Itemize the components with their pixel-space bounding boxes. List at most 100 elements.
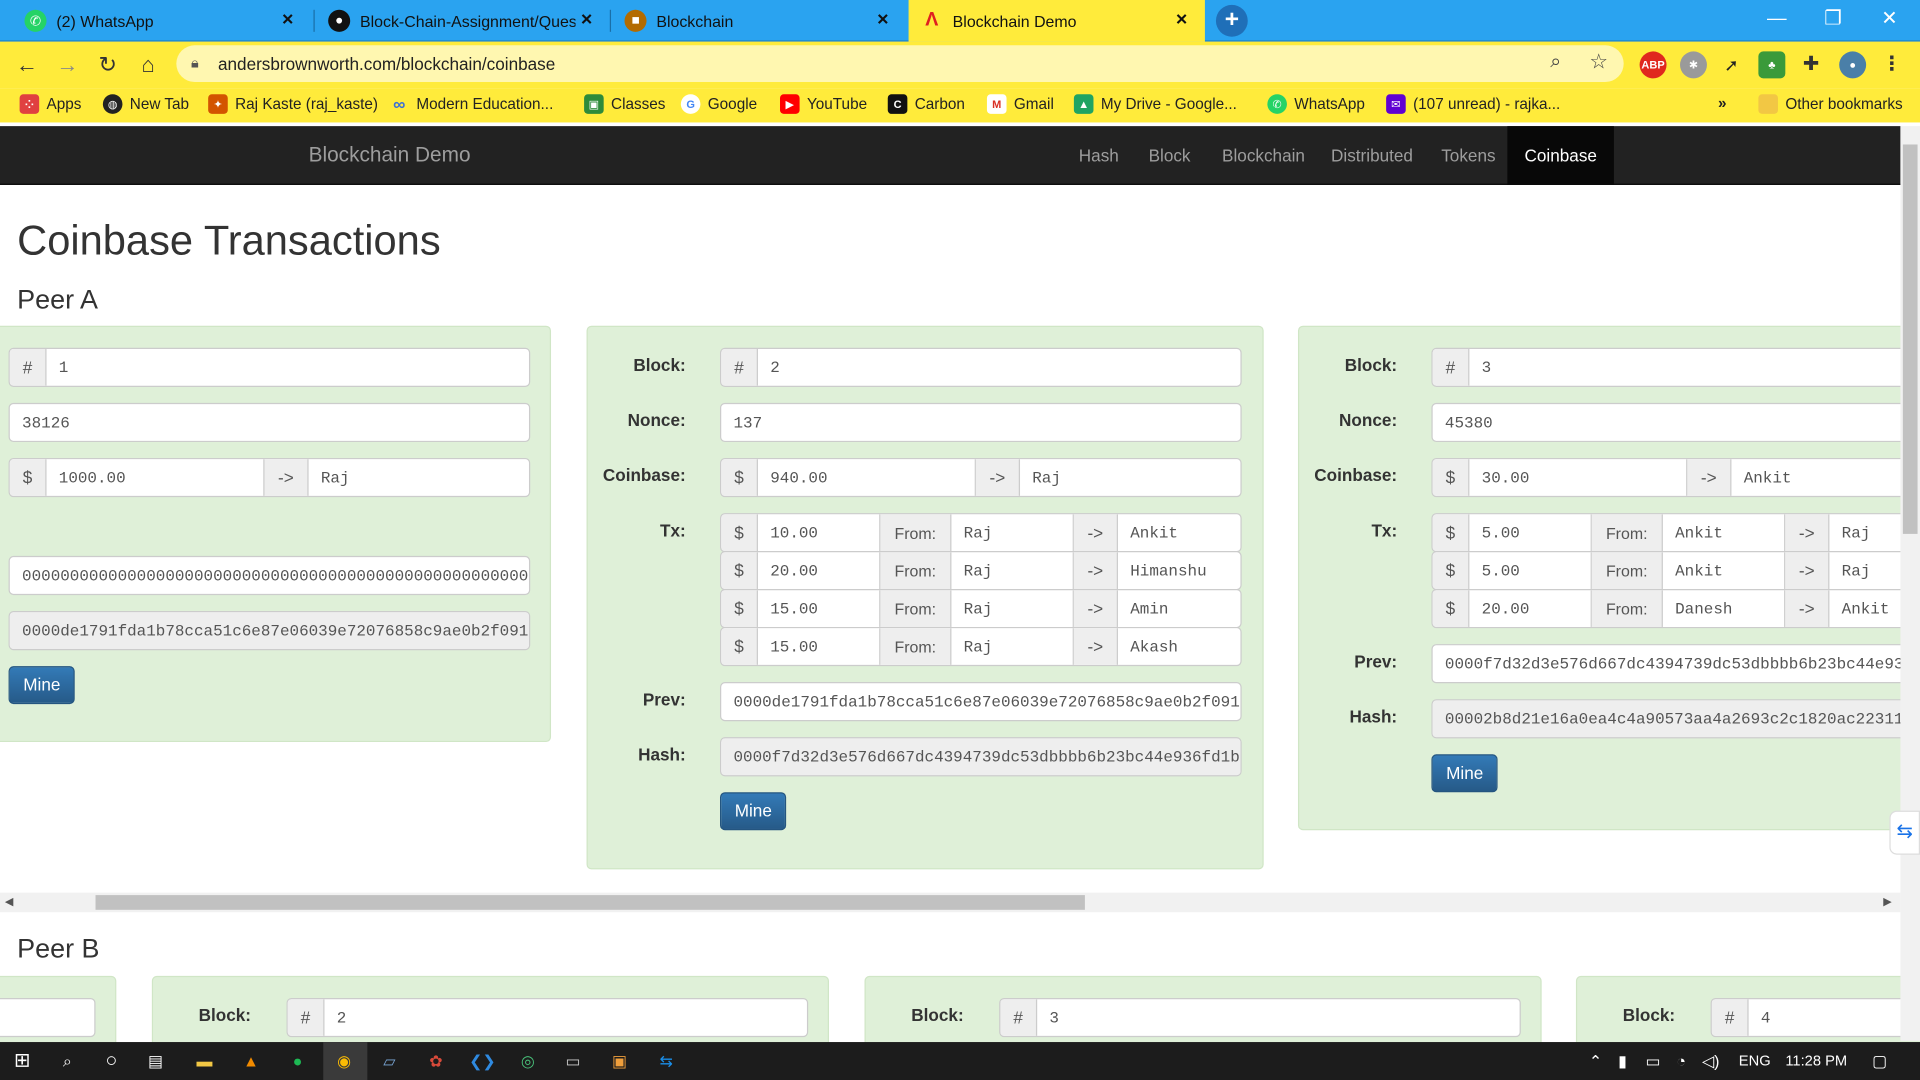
address-bar[interactable]: 🔒︎ andersbrownworth.com/blockchain/coinb… <box>176 45 1624 83</box>
bookmark-new-tab[interactable]: ◍ New Tab <box>102 94 189 114</box>
restore-icon[interactable]: ❐ <box>1805 0 1861 42</box>
zoom-icon[interactable]: ⌕ <box>1550 51 1561 73</box>
close-tab-icon[interactable]: × <box>576 10 598 32</box>
star-icon[interactable]: ☆ <box>1589 50 1608 74</box>
horizontal-scroll-thumb[interactable] <box>95 895 1085 910</box>
spotify-icon[interactable]: ● <box>284 1048 311 1075</box>
tab-blockchain-demo[interactable]: Λ Blockchain Demo × <box>908 0 1205 42</box>
minimize-icon[interactable]: — <box>1749 0 1805 42</box>
windows-start-icon[interactable]: ⊞ <box>9 1048 36 1075</box>
bookmark-carbon[interactable]: C Carbon <box>887 94 965 114</box>
microphone-icon[interactable]: ▮ <box>1609 1048 1636 1075</box>
nav-blockchain[interactable]: Blockchain <box>1205 126 1322 185</box>
other-bookmarks[interactable]: Other bookmarks <box>1758 94 1903 114</box>
nav-distributed[interactable]: Distributed <box>1314 126 1430 185</box>
wifi-icon[interactable]: ◔ <box>1668 1048 1695 1075</box>
close-tab-icon[interactable]: × <box>277 10 299 32</box>
block-number-field[interactable] <box>0 997 96 1038</box>
tx-row[interactable]: $ 20.00 From: Raj -> Himanshu <box>720 551 1242 591</box>
profile-avatar[interactable]: ● <box>1839 51 1867 79</box>
tx-row[interactable]: $ 5.00 From: Ankit -> Raj <box>1431 513 1920 553</box>
nav-coinbase[interactable]: Coinbase <box>1507 126 1615 185</box>
block-number-field[interactable]: # 3 <box>999 997 1521 1038</box>
terminal-icon[interactable]: ▭ <box>560 1048 587 1075</box>
close-tab-icon[interactable]: × <box>872 10 894 32</box>
bug-extension-icon[interactable]: ✱ <box>1680 51 1707 79</box>
nav-hash[interactable]: Hash <box>1062 126 1136 185</box>
home-icon[interactable]: ⌂ <box>131 48 165 82</box>
back-icon[interactable]: ← <box>10 48 44 82</box>
task-view-icon[interactable]: ▤ <box>142 1048 169 1075</box>
block-number-field[interactable]: # 3 <box>1431 347 1920 387</box>
nav-block[interactable]: Block <box>1131 126 1207 185</box>
cursor-extension-icon[interactable]: ➚ <box>1718 51 1745 78</box>
adblock-icon[interactable]: ABP <box>1639 51 1667 79</box>
close-tab-icon[interactable]: × <box>1171 10 1193 32</box>
bookmark-yahoo-mail[interactable]: ✉ (107 unread) - rajka... <box>1386 94 1560 114</box>
bookmark-whatsapp[interactable]: ✆ WhatsApp <box>1267 94 1365 114</box>
extensions-icon[interactable]: ✚ <box>1798 51 1825 78</box>
prev-hash-field[interactable]: 0000f7d32d3e576d667dc4394739dc53dbbbb6b2… <box>1431 644 1920 684</box>
notifications-icon[interactable]: ▢ <box>1866 1048 1893 1075</box>
site-brand[interactable]: Blockchain Demo <box>309 143 471 167</box>
close-window-icon[interactable]: ✕ <box>1861 0 1917 42</box>
prev-hash-field[interactable]: 0000de1791fda1b78cca51c6e87e06039e720768… <box>720 682 1242 722</box>
block-number-field[interactable]: # 1 <box>8 347 531 387</box>
block-number-field[interactable]: # 4 <box>1710 997 1920 1038</box>
bookmark-apps[interactable]: ⁘ Apps <box>19 94 81 114</box>
bookmark-modern-education[interactable]: ∞ Modern Education... <box>389 94 553 114</box>
coinbase-field[interactable]: $ 30.00 -> Ankit <box>1431 457 1920 498</box>
app-icon[interactable]: ▣ <box>606 1048 633 1075</box>
teamviewer-icon[interactable]: ⇆ <box>653 1048 680 1075</box>
bookmark-google[interactable]: G Google <box>680 94 757 114</box>
tab-blockchain[interactable]: ■ Blockchain × <box>612 0 906 42</box>
menu-icon[interactable]: ⋮ <box>1878 51 1905 78</box>
bookmark-my-drive[interactable]: ▲ My Drive - Google... <box>1073 94 1237 114</box>
block-number-field[interactable]: # 2 <box>720 347 1242 387</box>
bookmark-raj-kaste[interactable]: ✦ Raj Kaste (raj_kaste) <box>208 94 378 114</box>
new-tab-button[interactable]: + <box>1215 4 1248 37</box>
bookmark-youtube[interactable]: ▶ YouTube <box>780 94 867 114</box>
battery-icon[interactable]: ▭ <box>1640 1048 1667 1075</box>
coinbase-field[interactable]: $ 1000.00 -> Raj <box>8 457 531 498</box>
nav-tokens[interactable]: Tokens <box>1424 126 1513 185</box>
nonce-field[interactable]: 38126 <box>8 402 531 443</box>
app-icon[interactable]: ◎ <box>514 1048 541 1075</box>
forward-icon[interactable]: → <box>50 48 84 82</box>
prev-hash-field[interactable]: 0000000000000000000000000000000000000000… <box>8 555 531 596</box>
tab-whatsapp[interactable]: ✆ (2) WhatsApp × <box>12 0 311 42</box>
cortana-icon[interactable]: ○ <box>98 1048 125 1075</box>
scroll-left-icon[interactable]: ◀ <box>5 895 13 908</box>
clock[interactable]: 11:28 PM <box>1785 1052 1847 1069</box>
reload-icon[interactable]: ↻ <box>91 48 125 82</box>
nonce-field[interactable]: 137 <box>720 402 1242 443</box>
bookmark-gmail[interactable]: M Gmail <box>986 94 1054 114</box>
mine-button[interactable]: Mine <box>720 792 787 831</box>
teamviewer-side-icon[interactable]: ⇆ <box>1889 810 1920 855</box>
nonce-field[interactable]: 45380 <box>1431 402 1920 443</box>
coinbase-field[interactable]: $ 940.00 -> Raj <box>720 457 1242 498</box>
tx-row[interactable]: $ 20.00 From: Danesh -> Ankit <box>1431 588 1920 629</box>
search-icon[interactable]: ⌕ <box>54 1048 81 1075</box>
mine-button[interactable]: Mine <box>8 666 76 705</box>
vlc-icon[interactable]: ▲ <box>238 1048 265 1075</box>
tray-chevron-icon[interactable]: ⌃ <box>1582 1048 1609 1075</box>
bookmark-classes[interactable]: ▣ Classes <box>584 94 665 114</box>
tx-row[interactable]: $ 15.00 From: Raj -> Amin <box>720 588 1242 629</box>
notepad-icon[interactable]: ▱ <box>376 1048 403 1075</box>
volume-icon[interactable]: ◁) <box>1697 1048 1724 1075</box>
tx-row[interactable]: $ 5.00 From: Ankit -> Raj <box>1431 551 1920 591</box>
tx-row[interactable]: $ 15.00 From: Raj -> Akash <box>720 626 1242 667</box>
vscode-icon[interactable]: ❮❯ <box>469 1048 496 1075</box>
tree-extension-icon[interactable]: ♣ <box>1758 51 1786 79</box>
chrome-icon[interactable]: ◉ <box>331 1048 358 1075</box>
app-icon[interactable]: ✿ <box>422 1048 449 1075</box>
mine-button[interactable]: Mine <box>1431 754 1499 793</box>
language-indicator[interactable]: ENG <box>1739 1052 1771 1069</box>
file-explorer-icon[interactable]: ▬ <box>191 1048 218 1075</box>
more-bookmarks-icon[interactable]: » <box>1718 94 1727 111</box>
scroll-right-icon[interactable]: ▶ <box>1883 895 1891 908</box>
tab-github[interactable]: ● Block-Chain-Assignment/Questic × <box>316 0 610 42</box>
vertical-scroll-thumb[interactable] <box>1902 144 1918 534</box>
block-number-field[interactable]: # 2 <box>286 997 809 1038</box>
